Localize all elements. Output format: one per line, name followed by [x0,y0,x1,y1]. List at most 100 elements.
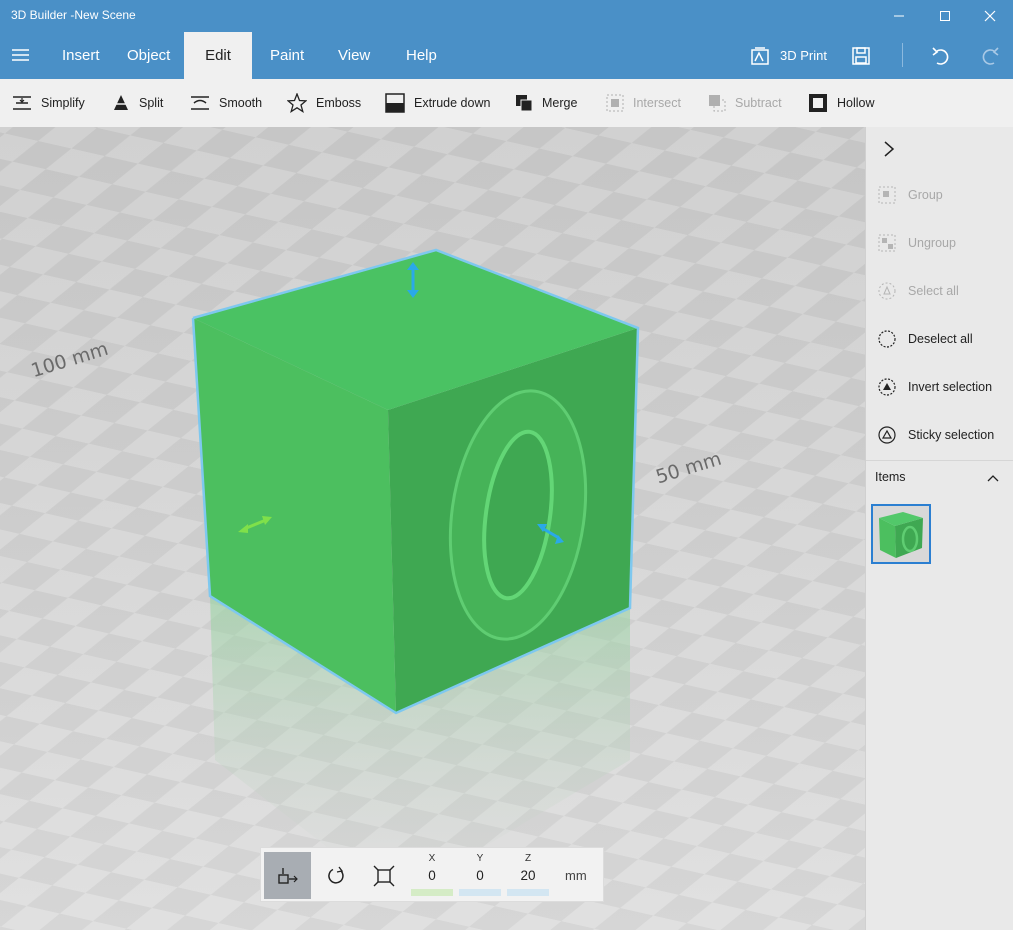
transform-bar: X 0 Y 0 Z 20 mm [260,847,604,902]
3d-print-icon [751,46,769,65]
deselect-all-label: Deselect all [908,332,973,346]
undo-icon [932,46,949,65]
y-label: Y [476,853,484,864]
maximize-button[interactable] [922,0,968,32]
items-header[interactable]: Items [866,460,1013,491]
window-title: 3D Builder -New Scene [11,8,136,22]
scale-button[interactable] [360,852,407,899]
collapse-panel-chevron-icon[interactable] [882,140,896,158]
extrude-down-icon [385,93,405,113]
ungroup-icon [878,234,896,252]
items-label: Items [875,470,906,484]
merge-label: Merge [542,96,578,110]
minimize-button[interactable] [876,0,922,32]
group-label: Group [908,188,943,202]
redo-icon [982,46,999,65]
close-button[interactable] [967,0,1013,32]
x-coordinate[interactable]: X 0 [409,848,455,896]
3d-print-label: 3D Print [780,48,827,63]
redo-button[interactable] [979,32,1001,79]
x-label: X [428,853,436,864]
intersect-icon [606,94,624,112]
emboss-button[interactable]: Emboss [287,79,361,127]
merge-icon [516,95,533,112]
sticky-selection-label: Sticky selection [908,428,995,442]
merge-button[interactable]: Merge [515,79,577,127]
select-all-label: Select all [908,284,959,298]
maximize-icon [940,11,950,21]
simplify-button[interactable]: Simplify [12,79,85,127]
deselect-all-icon [878,330,896,348]
edit-toolbar: Simplify Split Smooth Emboss Extrude dow… [0,79,1013,127]
ungroup-action[interactable]: Ungroup [878,231,956,255]
z-label: Z [524,853,532,864]
select-all-icon [878,282,896,300]
simplify-label: Simplify [41,96,85,110]
hollow-icon [809,94,827,112]
subtract-button[interactable]: Subtract [708,79,782,127]
extrude-down-label: Extrude down [414,96,491,110]
save-icon [852,46,870,65]
menu-object[interactable]: Object [110,32,187,79]
split-icon [112,95,130,110]
hollow-label: Hollow [837,96,875,110]
y-coordinate[interactable]: Y 0 [457,848,503,896]
item-thumbnail[interactable] [871,504,931,564]
chevron-up-icon[interactable] [986,473,1000,483]
menu-paint[interactable]: Paint [253,32,321,79]
move-icon [277,867,298,884]
scale-icon [373,865,394,886]
side-panel: Group Ungroup Select all Deselect all In… [865,127,1013,930]
invert-selection-action[interactable]: Invert selection [878,375,992,399]
group-action[interactable]: Group [878,183,943,207]
hollow-button[interactable]: Hollow [808,79,875,127]
x-value-bar [411,889,453,896]
cube-thumbnail-image [879,512,923,558]
minimize-icon [894,15,904,17]
save-button[interactable] [851,32,871,79]
close-icon [984,10,996,22]
rotate-button[interactable] [312,852,359,899]
sticky-selection-icon [878,426,896,444]
sticky-selection-action[interactable]: Sticky selection [878,423,994,447]
menu-edit[interactable]: Edit [184,32,252,79]
undo-button[interactable] [930,32,952,79]
emboss-label: Emboss [316,96,362,110]
z-value-bar [507,889,549,896]
simplify-icon [13,96,31,110]
subtract-label: Subtract [735,96,782,110]
deselect-all-action[interactable]: Deselect all [878,327,973,351]
ungroup-label: Ungroup [908,236,956,250]
3d-viewport[interactable]: 100 mm 50 mm X 0 Y 0 Z 20 mm [0,127,865,930]
intersect-label: Intersect [633,96,681,110]
x-value[interactable]: 0 [409,868,455,883]
group-icon [878,186,896,204]
unit-label: mm [565,868,587,883]
subtract-icon [709,95,726,112]
split-button[interactable]: Split [112,79,163,127]
select-all-action[interactable]: Select all [878,279,959,303]
smooth-label: Smooth [219,96,263,110]
y-value[interactable]: 0 [457,868,503,883]
menu-view[interactable]: View [321,32,387,79]
smooth-button[interactable]: Smooth [190,79,262,127]
scene-canvas [0,127,865,930]
invert-selection-label: Invert selection [908,380,993,394]
move-button[interactable] [264,852,311,899]
hamburger-menu-icon[interactable] [12,48,30,62]
split-label: Split [139,96,164,110]
smooth-icon [191,96,209,110]
menu-bar: Insert Object Edit Paint View Help 3D Pr… [0,32,1013,79]
menu-help[interactable]: Help [389,32,454,79]
z-coordinate[interactable]: Z 20 [505,848,551,896]
star-icon [287,93,307,113]
y-value-bar [459,889,501,896]
rotate-icon [327,866,344,884]
menu-insert[interactable]: Insert [45,32,117,79]
intersect-button[interactable]: Intersect [606,79,681,127]
invert-selection-icon [878,378,896,396]
z-value[interactable]: 20 [505,868,551,883]
3d-print-button[interactable]: 3D Print [750,32,827,79]
extrude-down-button[interactable]: Extrude down [385,79,490,127]
separator [902,43,903,67]
